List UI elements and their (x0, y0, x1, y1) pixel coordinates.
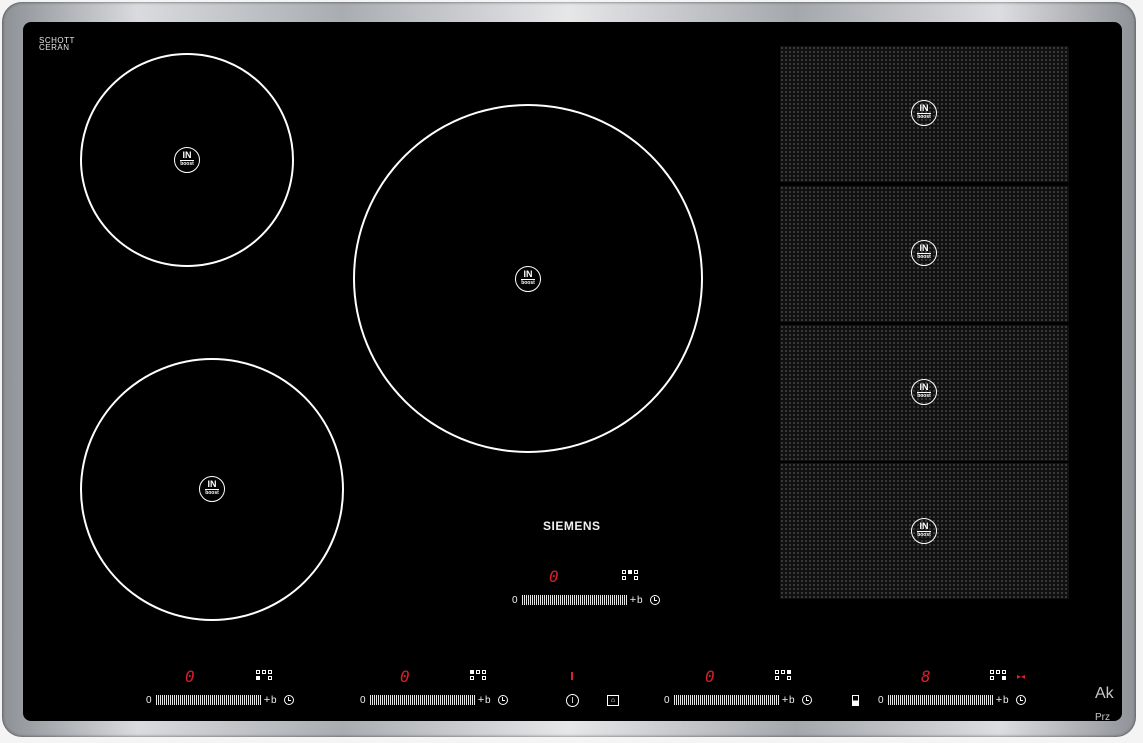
timer-icon[interactable] (284, 695, 294, 705)
power-slider-2[interactable]: 0 + b (360, 694, 508, 706)
timer-icon[interactable] (650, 595, 660, 605)
power-slider-3[interactable]: 0 + b (664, 694, 812, 706)
child-lock-icon[interactable]: ⌂ (607, 695, 619, 706)
zone-selector-icon[interactable] (622, 570, 640, 581)
slider-track[interactable] (888, 695, 993, 705)
timer-icon[interactable] (802, 695, 812, 705)
power-level-display: 0 (705, 667, 715, 686)
boost-icon: IN boost (199, 476, 225, 502)
timer-icon[interactable] (498, 695, 508, 705)
power-level-display: 0 (185, 667, 195, 686)
slider-track[interactable] (674, 695, 779, 705)
zone-selector-icon[interactable] (990, 670, 1008, 681)
power-slider-4[interactable]: 0 + b (878, 694, 1026, 706)
power-button-icon[interactable]: I (566, 694, 579, 707)
zone-selector-icon[interactable] (775, 670, 793, 681)
indicator-light (571, 672, 573, 680)
power-level-display: 0 (400, 667, 410, 686)
schott-ceran-logo: SCHOTT CERAN (39, 36, 75, 52)
flex-indicator-icon: ▸◂ (1017, 672, 1026, 681)
slider-track[interactable] (370, 695, 475, 705)
boost-icon: IN boost (911, 518, 937, 544)
timer-icon[interactable] (1016, 695, 1026, 705)
boost-icon: IN boost (911, 240, 937, 266)
boost-icon: IN boost (911, 100, 937, 126)
zone-selector-icon[interactable] (256, 670, 274, 681)
zone-selector-icon[interactable] (470, 670, 488, 681)
watermark-subtext: Prz (1095, 712, 1110, 723)
power-slider-1[interactable]: 0 + b (146, 694, 294, 706)
power-slider-center[interactable]: 0 + b (512, 594, 660, 606)
boost-icon: IN boost (174, 147, 200, 173)
brand-logo: SIEMENS (543, 519, 601, 533)
power-level-display: 8 (921, 667, 931, 686)
watermark-text: Ak (1095, 685, 1114, 702)
boost-icon: IN boost (911, 379, 937, 405)
boost-icon: IN boost (515, 266, 541, 292)
slider-track[interactable] (522, 595, 627, 605)
wipe-protect-icon[interactable] (852, 695, 859, 706)
power-level-display: 0 (549, 567, 559, 586)
slider-track[interactable] (156, 695, 261, 705)
